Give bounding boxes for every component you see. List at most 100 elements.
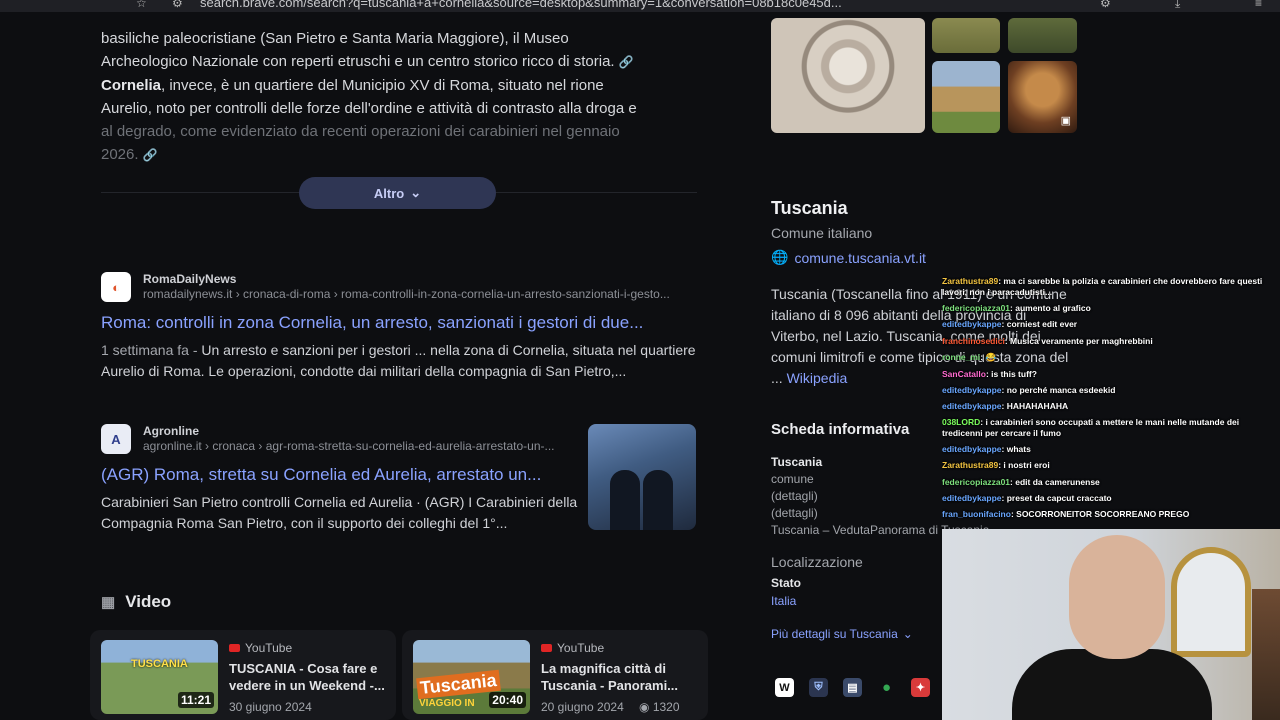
video-platform: YouTube bbox=[541, 641, 604, 655]
mirror bbox=[1171, 547, 1251, 657]
more-button[interactable]: Altro ⌄ bbox=[299, 177, 496, 209]
globe-icon: 🌐 bbox=[771, 249, 789, 265]
video-thumbnail: Tuscania VIAGGIO IN 20:40 bbox=[413, 640, 530, 714]
chat-message: federicopiazza01: aumento al grafico bbox=[942, 300, 1280, 316]
more-details-label: Più dettagli su Tuscania bbox=[771, 627, 898, 641]
wikipedia-icon[interactable]: W bbox=[775, 678, 794, 697]
gallery-icon[interactable]: ▣ bbox=[1061, 114, 1071, 127]
chat-username: Zarathustra89 bbox=[942, 276, 999, 286]
infobox-title: Tuscania bbox=[771, 198, 848, 218]
youtube-icon bbox=[229, 644, 240, 652]
link-icon[interactable]: 🔗 bbox=[619, 55, 634, 69]
summary-line: Aurelio, noto per controlli delle forze … bbox=[101, 100, 637, 117]
result-title-link[interactable]: (AGR) Roma, stretta su Cornelia ed Aurel… bbox=[101, 464, 581, 486]
chevron-down-icon: ⌄ bbox=[902, 627, 913, 641]
summary-line: al degrado, come evidenziato da recenti … bbox=[101, 123, 620, 140]
chat-message: editedbykappe: HAHAHAHAHA bbox=[942, 398, 1280, 414]
chat-username: SanCatallo bbox=[942, 368, 986, 379]
platform-label: YouTube bbox=[245, 641, 293, 655]
map-pin-icon[interactable]: ● bbox=[877, 678, 896, 697]
website-label: comune.tuscania.vt.it bbox=[794, 249, 926, 266]
agronline-favicon: A bbox=[101, 424, 131, 454]
chat-message: editedbykappe: no perché manca esdeekid bbox=[942, 382, 1280, 398]
result-source[interactable]: ◐ RomaDailyNews romadailynews.it › crona… bbox=[101, 272, 697, 304]
summary-line: basiliche paleocristiane (San Pietro e S… bbox=[101, 30, 569, 47]
link-icon[interactable]: 🔗 bbox=[143, 148, 158, 162]
download-icon[interactable]: ⤓ bbox=[1175, 0, 1180, 11]
summary-line: 2026. 🔗 bbox=[101, 143, 691, 167]
summary-line: Cornelia, invece, è un quartiere del Mun… bbox=[101, 74, 691, 97]
tripadvisor-icon[interactable]: ✦ bbox=[911, 678, 930, 697]
gallery-image[interactable]: ▣ bbox=[1008, 61, 1077, 133]
chat-message: federicopiazza01: edit da camerunense bbox=[942, 474, 1280, 490]
infobox-website-link[interactable]: 🌐 comune.tuscania.vt.it bbox=[771, 249, 926, 266]
chat-message: SanCatallo: is this tuff? bbox=[942, 366, 1280, 382]
wikipedia-link[interactable]: Wikipedia bbox=[787, 370, 848, 386]
chat-text: : whats bbox=[1001, 443, 1031, 454]
chat-text: : SOCORRONEITOR SOCORREANO PREGO bbox=[1010, 509, 1190, 520]
summary-text: Archeologico Nazionale con reperti etrus… bbox=[101, 53, 615, 70]
chat-text: : 😂 bbox=[980, 352, 997, 363]
database-icon[interactable]: ▤ bbox=[843, 678, 862, 697]
video-date: 30 giugno 2024 bbox=[229, 700, 312, 714]
result-snippet: Carabinieri San Pietro controlli Corneli… bbox=[101, 494, 578, 531]
chat-message: ronne_mi: 😂 bbox=[942, 349, 1280, 365]
chat-message: franchinosedici: Musica veramente per ma… bbox=[942, 333, 1280, 349]
result-age: 1 settimana fa - bbox=[101, 342, 202, 358]
gallery-image[interactable] bbox=[1008, 18, 1077, 53]
chat-message: editedbykappe: preset da capcut craccato bbox=[942, 490, 1280, 506]
info-section-heading: Scheda informativa bbox=[771, 421, 910, 438]
video-title[interactable]: TUSCANIA - Cosa fare e vedere in un Week… bbox=[229, 660, 389, 694]
shield-icon[interactable]: ⛨ bbox=[809, 678, 828, 697]
chat-text: : Musica veramente per maghrebbini bbox=[1004, 335, 1153, 346]
platform-label: YouTube bbox=[557, 641, 605, 655]
state-value-link[interactable]: Italia bbox=[771, 594, 796, 608]
gallery-image[interactable] bbox=[932, 61, 1000, 133]
summary-text: , invece, è un quartiere del Municipio X… bbox=[161, 77, 604, 94]
source-url: romadailynews.it › cronaca-di-roma › rom… bbox=[143, 287, 670, 301]
eye-icon: ◉ bbox=[639, 700, 653, 714]
chat-username: editedbykappe bbox=[942, 385, 1002, 396]
source-name: RomaDailyNews bbox=[143, 272, 237, 286]
extensions-icon[interactable]: ⚙ bbox=[1100, 0, 1111, 10]
chat-username: editedbykappe bbox=[942, 443, 1002, 454]
webcam-overlay bbox=[942, 529, 1280, 720]
thumbnail-figure bbox=[643, 470, 673, 530]
chat-message: editedbykappe: corniest edit ever bbox=[942, 316, 1280, 332]
thumbnail-text: TUSCANIA bbox=[131, 658, 188, 670]
chat-message: Zarathustra89: ma ci sarebbe la polizia … bbox=[942, 274, 1280, 300]
person-body bbox=[1012, 649, 1212, 720]
rose-window-image[interactable] bbox=[771, 18, 925, 133]
video-thumbnail: TUSCANIA 11:21 bbox=[101, 640, 218, 714]
thumbnail-figure bbox=[610, 470, 640, 530]
chat-message: editedbykappe: whats bbox=[942, 441, 1280, 457]
chat-username: ronne_mi bbox=[942, 352, 981, 363]
menu-icon[interactable]: ≡ bbox=[1255, 0, 1262, 10]
chat-username: federicopiazza01 bbox=[942, 476, 1011, 487]
chat-message: fran_buonifacino: SOCORRONEITOR SOCORREA… bbox=[942, 506, 1280, 522]
chat-username: fran_buonifacino bbox=[942, 509, 1011, 520]
source-url: agronline.it › cronaca › agr-roma-strett… bbox=[143, 439, 555, 453]
video-title[interactable]: La magnifica città di Tuscania - Panoram… bbox=[541, 660, 701, 694]
chat-text: : no perché manca esdeekid bbox=[1001, 385, 1116, 396]
chat-text: : i nostri eroi bbox=[998, 460, 1050, 471]
more-details-button[interactable]: Più dettagli su Tuscania ⌄ bbox=[771, 627, 913, 641]
thumbnail-text: Tuscania bbox=[416, 669, 501, 700]
youtube-icon bbox=[541, 644, 552, 652]
location-heading: Localizzazione bbox=[771, 554, 863, 570]
result-description: 1 settimana fa - Un arresto e sanzioni p… bbox=[101, 340, 697, 382]
result-title-link[interactable]: Roma: controlli in zona Cornelia, un arr… bbox=[101, 312, 697, 334]
chat-username: franchinosedici bbox=[942, 335, 1005, 346]
video-card[interactable]: TUSCANIA 11:21 YouTube TUSCANIA - Cosa f… bbox=[90, 630, 396, 720]
infobox-subtitle: Comune italiano bbox=[771, 225, 873, 241]
result-source[interactable]: A Agronline agronline.it › cronaca › agr… bbox=[101, 424, 581, 456]
chat-text: : is this tuff? bbox=[985, 368, 1037, 379]
gallery-image[interactable] bbox=[932, 18, 1000, 53]
search-result: ◐ RomaDailyNews romadailynews.it › crona… bbox=[101, 272, 697, 382]
video-card[interactable]: Tuscania VIAGGIO IN 20:40 YouTube La mag… bbox=[402, 630, 708, 720]
chat-username: federicopiazza01 bbox=[942, 303, 1011, 313]
state-label: Stato bbox=[771, 576, 801, 590]
video-platform: YouTube bbox=[229, 641, 292, 655]
chat-text: : corniest edit ever bbox=[1001, 319, 1078, 330]
result-thumbnail[interactable] bbox=[588, 424, 696, 530]
